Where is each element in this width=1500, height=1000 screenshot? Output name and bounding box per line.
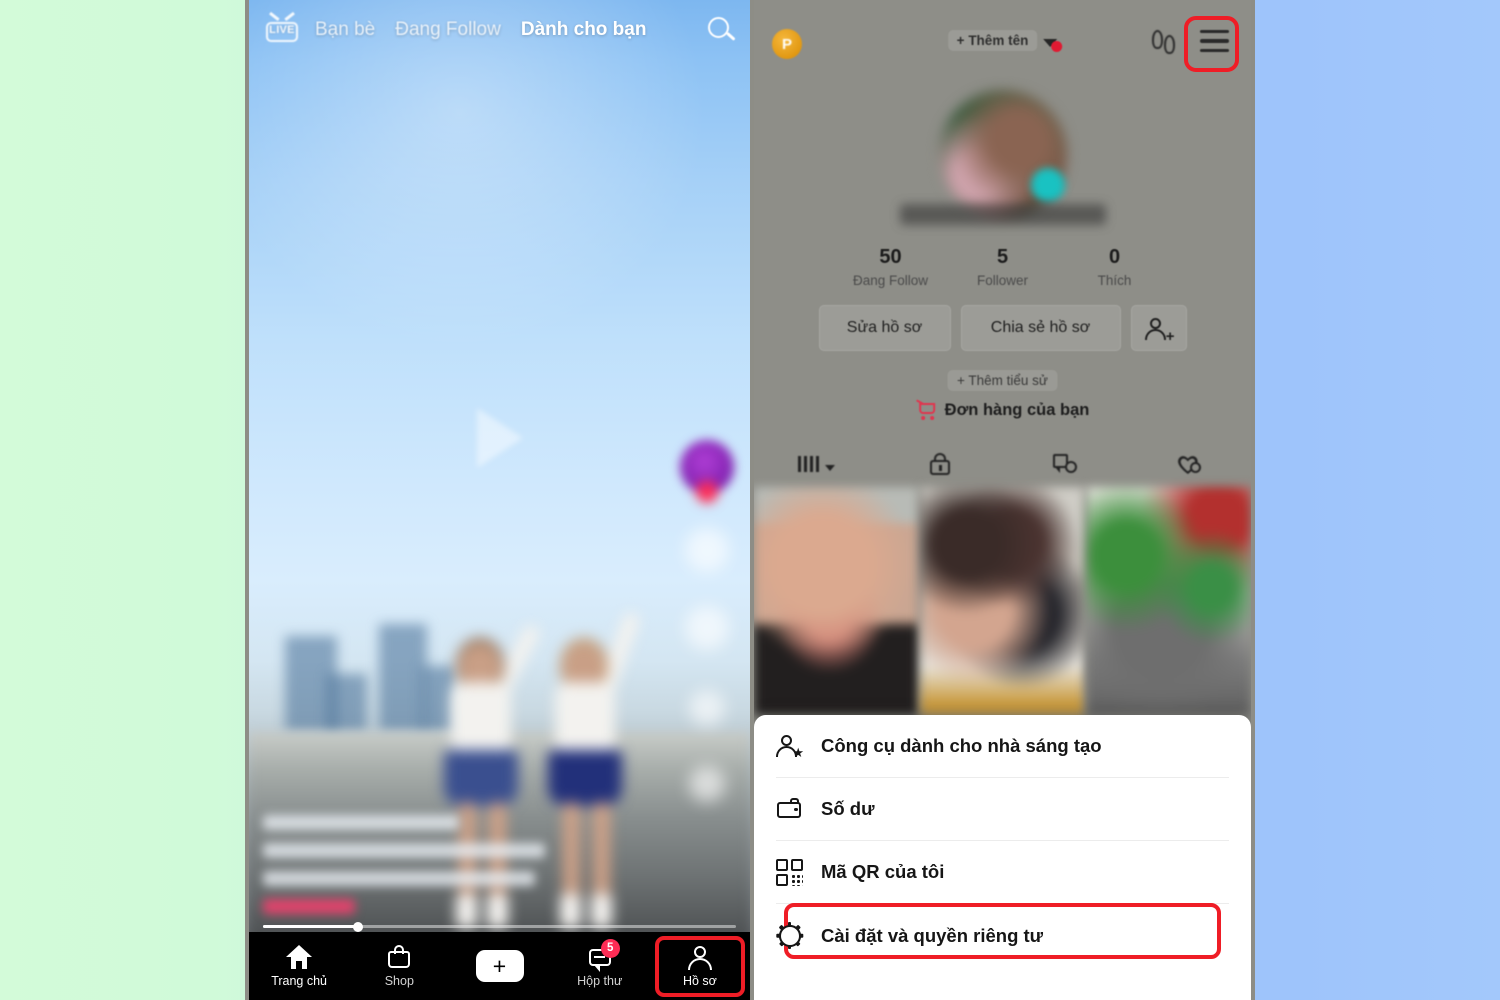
gear-icon <box>776 922 803 949</box>
tabbar-item-trang-chu[interactable]: Trang chủ <box>249 932 349 1000</box>
tabbar-label: Hộp thư <box>577 973 623 988</box>
live-icon[interactable]: LIVE <box>263 11 301 45</box>
add-bio-button[interactable]: + Thêm tiểu sử <box>947 370 1058 391</box>
search-icon[interactable] <box>706 15 736 45</box>
creator-tools-icon: ★ <box>776 733 804 760</box>
like-heart-icon[interactable] <box>685 528 729 572</box>
stat-value: 50 <box>879 246 902 268</box>
stat-value: 5 <box>996 246 1009 268</box>
profile-menu-sheet: ★ Công cụ dành cho nhà sáng tạo Số dư Mã… <box>754 715 1251 1000</box>
video-thumbnail[interactable] <box>1087 487 1251 715</box>
profile-content-tabs <box>754 442 1251 486</box>
stat-value: 0 <box>1108 246 1121 268</box>
bookmark-icon[interactable] <box>689 690 725 726</box>
shop-bag-icon <box>386 944 412 969</box>
share-icon[interactable] <box>689 766 725 802</box>
feed-top-navigation: LIVE Bạn bè Đang Follow Dành cho bạn <box>249 0 750 60</box>
video-grid-sort-icon <box>797 456 819 472</box>
stat-label: Thích <box>1097 273 1132 288</box>
add-friend-button[interactable]: + <box>1130 305 1187 351</box>
chevron-down-icon[interactable] <box>1043 38 1063 52</box>
status-badge <box>1030 168 1065 202</box>
menu-item-balance[interactable]: Số dư <box>776 778 1229 841</box>
tabbar-item-hop-thu[interactable]: 5 Hộp thư <box>550 932 650 1000</box>
stat-follower[interactable]: 5 Follower <box>947 246 1059 288</box>
tab-dang-follow[interactable]: Đang Follow <box>395 19 501 41</box>
inbox-badge: 5 <box>600 938 620 958</box>
right-phone-profile-screen: P + Thêm tên 50 Đang Follow 5 Follower 0… <box>752 0 1255 1000</box>
tab-private[interactable] <box>878 442 1002 486</box>
menu-item-label: Số dư <box>821 798 875 819</box>
menu-item-label: Cài đặt và quyền riêng tư <box>821 924 1044 946</box>
stat-label: Đang Follow <box>852 273 929 288</box>
skyline-building <box>379 624 427 732</box>
progress-knob[interactable] <box>352 921 363 932</box>
profile-stats: 50 Đang Follow 5 Follower 0 Thích <box>754 246 1251 288</box>
private-lock-icon <box>929 452 951 476</box>
add-name-control[interactable]: + Thêm tên <box>947 30 1063 52</box>
profile-action-buttons: Sửa hồ sơ Chia sẻ hồ sơ + <box>754 305 1251 351</box>
menu-item-settings-privacy[interactable]: Cài đặt và quyền riêng tư <box>776 903 1229 967</box>
tabbar-item-ho-so[interactable]: Hồ sơ <box>650 932 750 1000</box>
liked-heart-lock-icon <box>1176 453 1202 475</box>
orders-label: Đơn hàng của bạn <box>944 401 1090 419</box>
live-label: LIVE <box>269 24 295 36</box>
tab-danh-cho-ban[interactable]: Dành cho bạn <box>521 19 647 41</box>
bottom-tab-bar: Trang chủ Shop + 5 Hộp thư Hồ sơ <box>249 932 750 1000</box>
sky-glow <box>249 0 750 560</box>
tabbar-label: Shop <box>384 973 414 988</box>
music-tag <box>263 899 355 914</box>
plus-glyph: + <box>492 952 507 979</box>
skyline-building <box>327 674 367 732</box>
menu-item-my-qr[interactable]: Mã QR của tôi <box>776 841 1229 904</box>
video-caption-block <box>263 815 563 914</box>
video-progress-bar[interactable] <box>263 921 736 932</box>
follow-plus-icon[interactable] <box>696 481 718 503</box>
stat-dang-follow[interactable]: 50 Đang Follow <box>835 246 947 288</box>
repost-icon <box>1052 453 1077 475</box>
inbox-message-icon: 5 <box>587 938 620 972</box>
video-action-rail <box>676 440 738 802</box>
pro-badge[interactable]: P <box>772 29 802 59</box>
shopping-cart-icon <box>915 399 937 420</box>
menu-item-creator-tools[interactable]: ★ Công cụ dành cho nhà sáng tạo <box>776 715 1229 778</box>
add-name-label: + Thêm tên <box>947 30 1038 51</box>
edit-profile-button[interactable]: Sửa hồ sơ <box>818 305 951 351</box>
tab-liked[interactable] <box>1127 442 1251 486</box>
notification-dot <box>1051 40 1063 52</box>
profile-username <box>899 204 1106 225</box>
menu-item-label: Công cụ dành cho nhà sáng tạo <box>821 735 1102 756</box>
video-thumbnail[interactable] <box>754 487 918 715</box>
share-profile-button[interactable]: Chia sẻ hồ sơ <box>960 305 1121 351</box>
phone-screenshot-pair: LIVE Bạn bè Đang Follow Dành cho bạn Tra… <box>245 0 1255 1000</box>
stat-label: Follower <box>976 273 1028 288</box>
tab-repost[interactable] <box>1003 442 1127 486</box>
play-icon[interactable] <box>477 408 523 468</box>
left-phone-feed-screen: LIVE Bạn bè Đang Follow Dành cho bạn Tra… <box>245 0 752 1000</box>
home-icon <box>286 944 313 969</box>
video-thumbnail[interactable] <box>920 487 1085 715</box>
tabbar-item-shop[interactable]: Shop <box>349 932 449 1000</box>
profile-page: P + Thêm tên 50 Đang Follow 5 Follower 0… <box>754 0 1251 1000</box>
hamburger-menu-icon[interactable] <box>1200 30 1229 52</box>
footprint-icon[interactable] <box>1152 30 1175 54</box>
menu-item-label: Mã QR của tôi <box>821 861 945 882</box>
chevron-down-icon <box>824 465 835 471</box>
create-plus-icon[interactable]: + <box>470 950 529 982</box>
tab-videos-sort[interactable] <box>754 442 878 486</box>
add-friend-icon <box>1149 318 1161 329</box>
tabbar-label: Trang chủ <box>271 973 328 988</box>
wallet-icon <box>776 796 803 823</box>
qr-code-icon <box>776 858 803 886</box>
tabbar-item-create[interactable]: + <box>449 932 549 1000</box>
tabbar-label: Hồ sơ <box>682 973 717 988</box>
profile-person-icon <box>687 945 713 970</box>
your-orders-link[interactable]: Đơn hàng của bạn <box>915 399 1090 420</box>
comment-icon[interactable] <box>685 606 729 650</box>
video-grid <box>754 487 1251 715</box>
creator-avatar[interactable] <box>680 440 734 503</box>
tab-ban-be[interactable]: Bạn bè <box>315 19 375 41</box>
stat-thich[interactable]: 0 Thích <box>1059 246 1171 288</box>
